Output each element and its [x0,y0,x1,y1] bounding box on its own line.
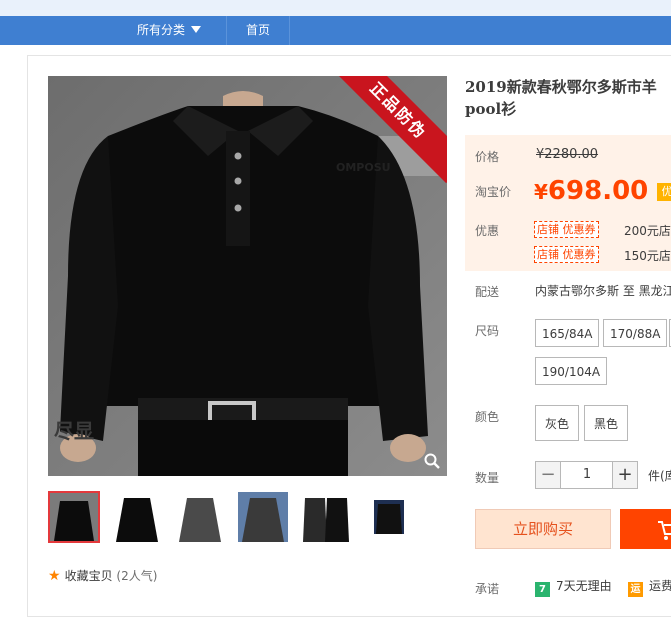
favorite-popularity: (2人气) [116,569,158,583]
size-option-165[interactable]: 165/84A [535,319,600,347]
thumbnail-2[interactable] [111,491,163,543]
coupon-text-2: 150元店 [624,249,671,263]
color-label: 颜色 [475,410,500,424]
thumbnail-3[interactable] [174,491,226,543]
size-option-190[interactable]: 190/104A [535,357,608,385]
seven-day-return-icon: 7 [535,582,550,597]
promise-shipping[interactable]: 运运费 [628,577,671,597]
svg-text:尽显: 尽显 [54,419,94,443]
zoom-icon[interactable] [423,452,441,470]
quantity-decrease-button[interactable]: − [535,461,561,489]
thumbnail-4[interactable] [237,491,289,543]
nav-all-categories-label: 所有分类 [136,23,185,37]
shipping-insurance-icon: 运 [628,582,643,597]
current-price-label: 淘宝价 [475,185,512,199]
thumbnail-5[interactable] [300,491,352,543]
product-main-image[interactable]: 尽显 OMPOSU 正品防伪 [48,76,447,476]
favorite-label: 收藏宝贝 [64,569,113,583]
quantity-unit: 件(库 [648,469,671,483]
promise-shipping-text: 运费 [649,579,671,593]
quantity-increase-button[interactable]: + [612,461,638,489]
promise-7day-text: 7天无理由 [556,579,612,593]
original-price: ¥2280.00 [536,147,599,162]
nav-all-categories[interactable]: 所有分类 [112,16,227,45]
promo-label: 优惠 [475,224,500,238]
size-label: 尺码 [475,324,500,338]
buy-now-button[interactable]: 立即购买 [475,509,611,549]
quantity-input[interactable]: 1 [561,461,613,489]
product-title: 2019新款春秋鄂尔多斯市羊 pool衫 [465,76,671,120]
promise-label: 承诺 [475,582,500,596]
category-nav-bar: 所有分类 首页 [0,16,671,45]
coupon-tag-1[interactable]: 店铺 优惠券 [534,221,599,238]
add-to-cart-button[interactable] [620,509,671,549]
quantity-label: 数量 [475,471,500,485]
nav-home[interactable]: 首页 [227,16,290,45]
color-option-gray[interactable]: 灰色 [535,405,579,441]
color-option-black[interactable]: 黑色 [584,405,628,441]
size-option-170[interactable]: 170/88A [603,319,668,347]
thumbnail-6[interactable] [363,491,415,543]
top-strip [0,0,671,16]
product-title-line2: pool衫 [465,100,517,118]
currency-symbol: ¥ [534,180,548,204]
thumbnail-1[interactable] [48,491,100,543]
current-price: ¥698.00 [534,176,648,206]
cart-icon [658,521,671,540]
caret-down-icon [191,26,201,33]
delivery-label: 配送 [475,285,500,299]
current-price-value: 698.00 [547,176,649,206]
delivery-destination[interactable]: 内蒙古鄂尔多斯 至 黑龙江 [535,282,671,299]
original-price-label: 价格 [475,150,500,164]
star-icon: ★ [48,568,61,584]
product-title-line1: 2019新款春秋鄂尔多斯市羊 [465,78,657,96]
svg-text:OMPOSU: OMPOSU [336,161,391,174]
shirt-photo: 尽显 OMPOSU [48,76,447,476]
coupon-tag-2[interactable]: 店铺 优惠券 [534,246,599,263]
promise-7day[interactable]: 7 7天无理由 [535,577,612,597]
coupon-text-1: 200元店 [624,224,671,238]
discount-tag: 优 [657,183,671,201]
favorite-link[interactable]: ★ 收藏宝贝 (2人气) [48,567,157,584]
